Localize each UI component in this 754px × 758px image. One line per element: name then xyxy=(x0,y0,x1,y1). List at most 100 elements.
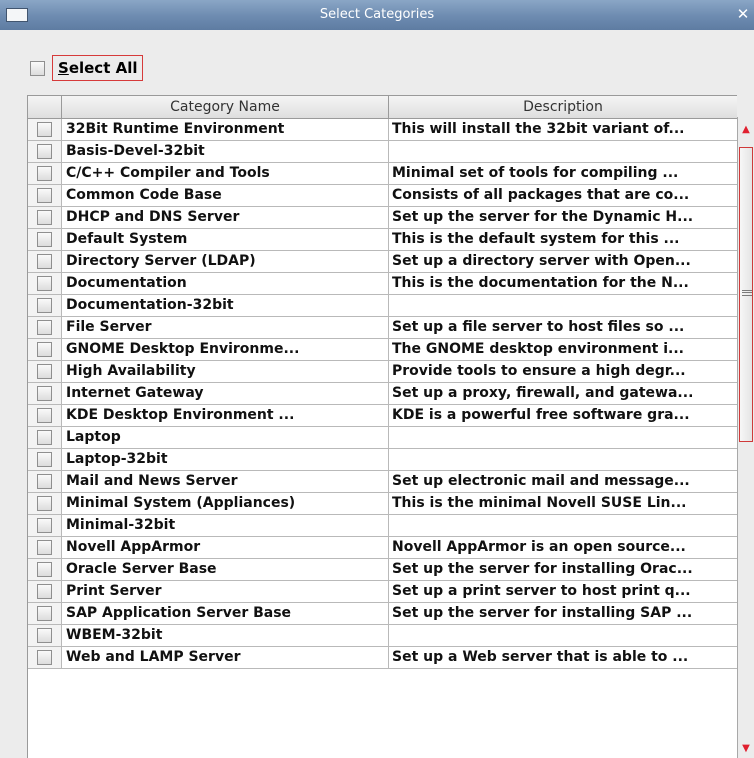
table-row[interactable]: File Server Set up a file server to host … xyxy=(28,317,737,339)
scroll-down-arrow-icon[interactable]: ▼ xyxy=(738,740,754,758)
category-name-cell[interactable]: WBEM-32bit xyxy=(62,625,389,646)
category-name-cell[interactable]: DHCP and DNS Server xyxy=(62,207,389,228)
row-checkbox[interactable] xyxy=(37,430,52,445)
category-name-cell[interactable]: Laptop xyxy=(62,427,389,448)
select-all-label[interactable]: Select All xyxy=(52,55,144,81)
table-row[interactable]: High Availability Provide tools to ensure… xyxy=(28,361,737,383)
row-checkbox[interactable] xyxy=(37,496,52,511)
category-name-cell[interactable]: File Server xyxy=(62,317,389,338)
category-name-cell[interactable]: High Availability xyxy=(62,361,389,382)
row-checkbox[interactable] xyxy=(37,342,52,357)
description-cell[interactable]: Set up electronic mail and message... xyxy=(389,471,737,492)
description-cell[interactable]: Consists of all packages that are co... xyxy=(389,185,737,206)
header-description[interactable]: Description xyxy=(389,96,737,118)
description-cell[interactable]: This is the minimal Novell SUSE Lin... xyxy=(389,493,737,514)
table-row[interactable]: GNOME Desktop Environme... The GNOME desk… xyxy=(28,339,737,361)
table-row[interactable]: KDE Desktop Environment ... KDE is a powe… xyxy=(28,405,737,427)
description-cell[interactable] xyxy=(389,449,737,470)
row-checkbox[interactable] xyxy=(37,408,52,423)
row-checkbox[interactable] xyxy=(37,562,52,577)
category-name-cell[interactable]: Print Server xyxy=(62,581,389,602)
title-bar[interactable]: Select Categories ✕ xyxy=(0,0,754,30)
category-name-cell[interactable]: Mail and News Server xyxy=(62,471,389,492)
category-name-cell[interactable]: KDE Desktop Environment ... xyxy=(62,405,389,426)
description-cell[interactable]: Set up a print server to host print q... xyxy=(389,581,737,602)
description-cell[interactable]: KDE is a powerful free software gra... xyxy=(389,405,737,426)
row-checkbox[interactable] xyxy=(37,452,52,467)
row-checkbox[interactable] xyxy=(37,606,52,621)
description-cell[interactable]: Set up a proxy, firewall, and gatewa... xyxy=(389,383,737,404)
select-all-checkbox[interactable] xyxy=(30,61,45,76)
description-cell[interactable]: Set up the server for installing Orac... xyxy=(389,559,737,580)
row-checkbox[interactable] xyxy=(37,276,52,291)
category-name-cell[interactable]: Web and LAMP Server xyxy=(62,647,389,668)
category-name-cell[interactable]: Oracle Server Base xyxy=(62,559,389,580)
row-checkbox[interactable] xyxy=(37,628,52,643)
row-checkbox[interactable] xyxy=(37,210,52,225)
description-cell[interactable]: Set up the server for the Dynamic H... xyxy=(389,207,737,228)
scroll-up-arrow-icon[interactable]: ▲ xyxy=(738,121,754,139)
table-row[interactable]: Documentation This is the documentation f… xyxy=(28,273,737,295)
table-row[interactable]: C/C++ Compiler and Tools Minimal set of t… xyxy=(28,163,737,185)
description-cell[interactable] xyxy=(389,515,737,536)
table-row[interactable]: Laptop xyxy=(28,427,737,449)
category-name-cell[interactable]: 32Bit Runtime Environment xyxy=(62,119,389,140)
category-name-cell[interactable]: Novell AppArmor xyxy=(62,537,389,558)
description-cell[interactable]: Novell AppArmor is an open source... xyxy=(389,537,737,558)
category-name-cell[interactable]: C/C++ Compiler and Tools xyxy=(62,163,389,184)
table-row[interactable]: Print Server Set up a print server to hos… xyxy=(28,581,737,603)
category-name-cell[interactable]: Minimal System (Appliances) xyxy=(62,493,389,514)
category-name-cell[interactable]: Minimal-32bit xyxy=(62,515,389,536)
description-cell[interactable]: Set up a Web server that is able to ... xyxy=(389,647,737,668)
row-checkbox[interactable] xyxy=(37,584,52,599)
description-cell[interactable]: The GNOME desktop environment i... xyxy=(389,339,737,360)
table-row[interactable]: Web and LAMP Server Set up a Web server t… xyxy=(28,647,737,669)
table-row[interactable]: Laptop-32bit xyxy=(28,449,737,471)
vertical-scrollbar[interactable]: ▲ ▼ xyxy=(737,117,754,758)
row-checkbox[interactable] xyxy=(37,518,52,533)
description-cell[interactable]: Set up the server for installing SAP ... xyxy=(389,603,737,624)
category-name-cell[interactable]: Laptop-32bit xyxy=(62,449,389,470)
table-row[interactable]: Novell AppArmor Novell AppArmor is an ope… xyxy=(28,537,737,559)
table-row[interactable]: Minimal-32bit xyxy=(28,515,737,537)
close-icon[interactable]: ✕ xyxy=(735,4,751,24)
row-checkbox[interactable] xyxy=(37,474,52,489)
category-name-cell[interactable]: Documentation xyxy=(62,273,389,294)
description-cell[interactable]: Set up a file server to host files so ..… xyxy=(389,317,737,338)
category-name-cell[interactable]: Documentation-32bit xyxy=(62,295,389,316)
description-cell[interactable] xyxy=(389,625,737,646)
row-checkbox[interactable] xyxy=(37,144,52,159)
table-row[interactable]: WBEM-32bit xyxy=(28,625,737,647)
row-checkbox[interactable] xyxy=(37,650,52,665)
category-name-cell[interactable]: SAP Application Server Base xyxy=(62,603,389,624)
category-name-cell[interactable]: Internet Gateway xyxy=(62,383,389,404)
table-row[interactable]: Directory Server (LDAP) Set up a director… xyxy=(28,251,737,273)
row-checkbox[interactable] xyxy=(37,298,52,313)
table-row[interactable]: Minimal System (Appliances) This is the m… xyxy=(28,493,737,515)
description-cell[interactable] xyxy=(389,141,737,162)
table-row[interactable]: Common Code Base Consists of all packages… xyxy=(28,185,737,207)
row-checkbox[interactable] xyxy=(37,188,52,203)
description-cell[interactable] xyxy=(389,295,737,316)
header-category-name[interactable]: Category Name xyxy=(62,96,389,118)
header-checkbox-column[interactable] xyxy=(28,96,62,118)
row-checkbox[interactable] xyxy=(37,254,52,269)
row-checkbox[interactable] xyxy=(37,232,52,247)
description-cell[interactable]: Provide tools to ensure a high degr... xyxy=(389,361,737,382)
table-row[interactable]: Mail and News Server Set up electronic ma… xyxy=(28,471,737,493)
table-row[interactable]: Internet Gateway Set up a proxy, firewall… xyxy=(28,383,737,405)
description-cell[interactable] xyxy=(389,427,737,448)
row-checkbox[interactable] xyxy=(37,166,52,181)
description-cell[interactable]: This is the documentation for the N... xyxy=(389,273,737,294)
row-checkbox[interactable] xyxy=(37,364,52,379)
category-name-cell[interactable]: Directory Server (LDAP) xyxy=(62,251,389,272)
row-checkbox[interactable] xyxy=(37,386,52,401)
table-row[interactable]: Oracle Server Base Set up the server for … xyxy=(28,559,737,581)
description-cell[interactable]: Minimal set of tools for compiling ... xyxy=(389,163,737,184)
table-row[interactable]: Documentation-32bit xyxy=(28,295,737,317)
row-checkbox[interactable] xyxy=(37,320,52,335)
category-name-cell[interactable]: Default System xyxy=(62,229,389,250)
row-checkbox[interactable] xyxy=(37,122,52,137)
table-row[interactable]: 32Bit Runtime Environment This will insta… xyxy=(28,119,737,141)
description-cell[interactable]: Set up a directory server with Open... xyxy=(389,251,737,272)
